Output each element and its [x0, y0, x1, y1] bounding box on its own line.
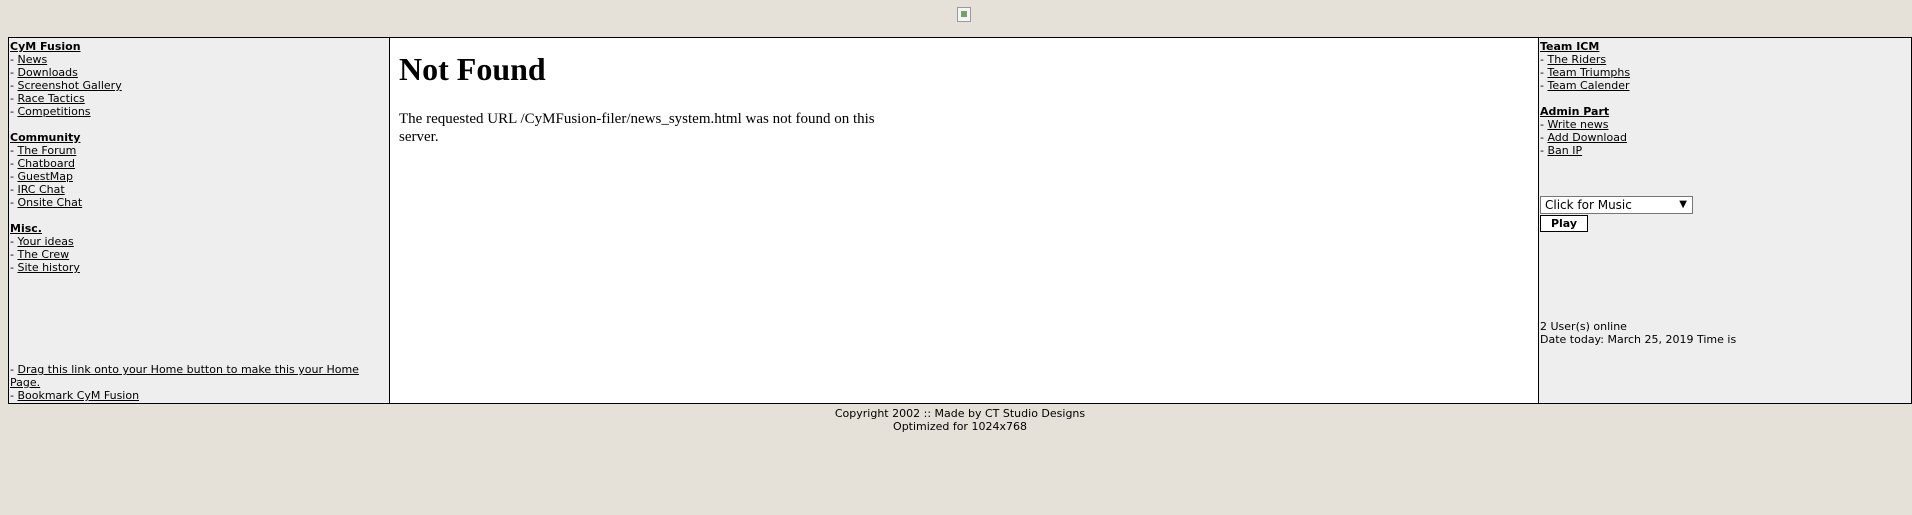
news-link[interactable]: News — [17, 53, 47, 66]
set-home-page-link[interactable]: Drag this link onto your Home button to … — [10, 363, 359, 389]
layout-frame: CyM Fusion - News - Downloads - Screensh… — [8, 37, 1912, 404]
add-download-link[interactable]: Add Download — [1547, 131, 1626, 144]
downloads-link[interactable]: Downloads — [17, 66, 77, 79]
screenshot-gallery-link[interactable]: Screenshot Gallery — [17, 79, 121, 92]
footer: Copyright 2002 :: Made by CT Studio Desi… — [0, 407, 1912, 433]
race-tactics-link[interactable]: Race Tactics — [17, 92, 84, 105]
nav-item-race-tactics: - Race Tactics — [10, 92, 85, 105]
misc-heading: Misc. — [10, 222, 42, 235]
status-info: 2 User(s) online Date today: March 25, 2… — [1540, 320, 1736, 346]
date-today: Date today: March 25, 2019 Time is — [1540, 333, 1737, 346]
music-select[interactable]: Click for Music ▼ — [1540, 196, 1693, 214]
onsite-chat-link[interactable]: Onsite Chat — [17, 196, 82, 209]
music-select-value: Click for Music — [1545, 198, 1632, 212]
cym-fusion-heading[interactable]: CyM Fusion — [10, 40, 81, 53]
nav-item-write-news: - Write news — [1540, 118, 1609, 131]
the-crew-link[interactable]: The Crew — [17, 248, 69, 261]
nav-item-guestmap: - GuestMap — [10, 170, 73, 183]
nav-item-the-crew: - The Crew — [10, 248, 70, 261]
chevron-down-icon: ▼ — [1679, 199, 1687, 210]
forum-link[interactable]: The Forum — [17, 144, 76, 157]
nav-item-irc-chat: - IRC Chat — [10, 183, 65, 196]
competitions-link[interactable]: Competitions — [17, 105, 90, 118]
nav-item-team-triumphs: - Team Triumphs — [1540, 66, 1631, 79]
page-title: Not Found — [399, 51, 546, 87]
nav-item-your-ideas: - Your ideas — [10, 235, 74, 248]
banner-image — [957, 7, 971, 22]
site-history-link[interactable]: Site history — [17, 261, 79, 274]
nav-item-chatboard: - Chatboard — [10, 157, 75, 170]
write-news-link[interactable]: Write news — [1547, 118, 1608, 131]
nav-item-screenshot-gallery: - Screenshot Gallery — [10, 79, 122, 92]
left-bottom-links: - Drag this link onto your Home button t… — [10, 363, 359, 402]
nav-item-team-calender: - Team Calender — [1540, 79, 1630, 92]
nav-item-add-download: - Add Download — [1540, 131, 1627, 144]
nav-item-forum: - The Forum — [10, 144, 77, 157]
team-icm-heading[interactable]: Team ICM — [1540, 40, 1599, 53]
users-online: 2 User(s) online — [1540, 320, 1627, 333]
nav-item-news: - News — [10, 53, 48, 66]
admin-part-heading[interactable]: Admin Part — [1540, 105, 1609, 118]
nav-item-riders: - The Riders — [1540, 53, 1607, 66]
left-sidebar: CyM Fusion - News - Downloads - Screensh… — [9, 38, 390, 403]
chatboard-link[interactable]: Chatboard — [17, 157, 74, 170]
nav-item-onsite-chat: - Onsite Chat — [10, 196, 83, 209]
play-button[interactable]: Play — [1540, 215, 1588, 232]
main-content: Not Found The requested URL /CyMFusion-f… — [390, 38, 1539, 403]
error-message: The requested URL /CyMFusion-filer/news_… — [399, 111, 875, 145]
copyright-text: Copyright 2002 :: Made by CT Studio Desi… — [834, 407, 1086, 420]
bookmark-link[interactable]: Bookmark CyM Fusion — [17, 389, 139, 402]
nav-item-site-history: - Site history — [10, 261, 80, 274]
optimized-text: Optimized for 1024x768 — [893, 420, 1027, 433]
team-calender-link[interactable]: Team Calender — [1547, 79, 1629, 92]
right-sidebar: Team ICM - The Riders - Team Triumphs - … — [1539, 38, 1911, 403]
your-ideas-link[interactable]: Your ideas — [17, 235, 73, 248]
nav-item-ban-ip: - Ban IP — [1540, 144, 1583, 157]
ban-ip-link[interactable]: Ban IP — [1547, 144, 1582, 157]
community-heading: Community — [10, 131, 81, 144]
riders-link[interactable]: The Riders — [1547, 53, 1606, 66]
guestmap-link[interactable]: GuestMap — [17, 170, 73, 183]
irc-chat-link[interactable]: IRC Chat — [17, 183, 64, 196]
nav-item-downloads: - Downloads — [10, 66, 78, 79]
nav-item-competitions: - Competitions — [10, 105, 91, 118]
team-triumphs-link[interactable]: Team Triumphs — [1547, 66, 1630, 79]
